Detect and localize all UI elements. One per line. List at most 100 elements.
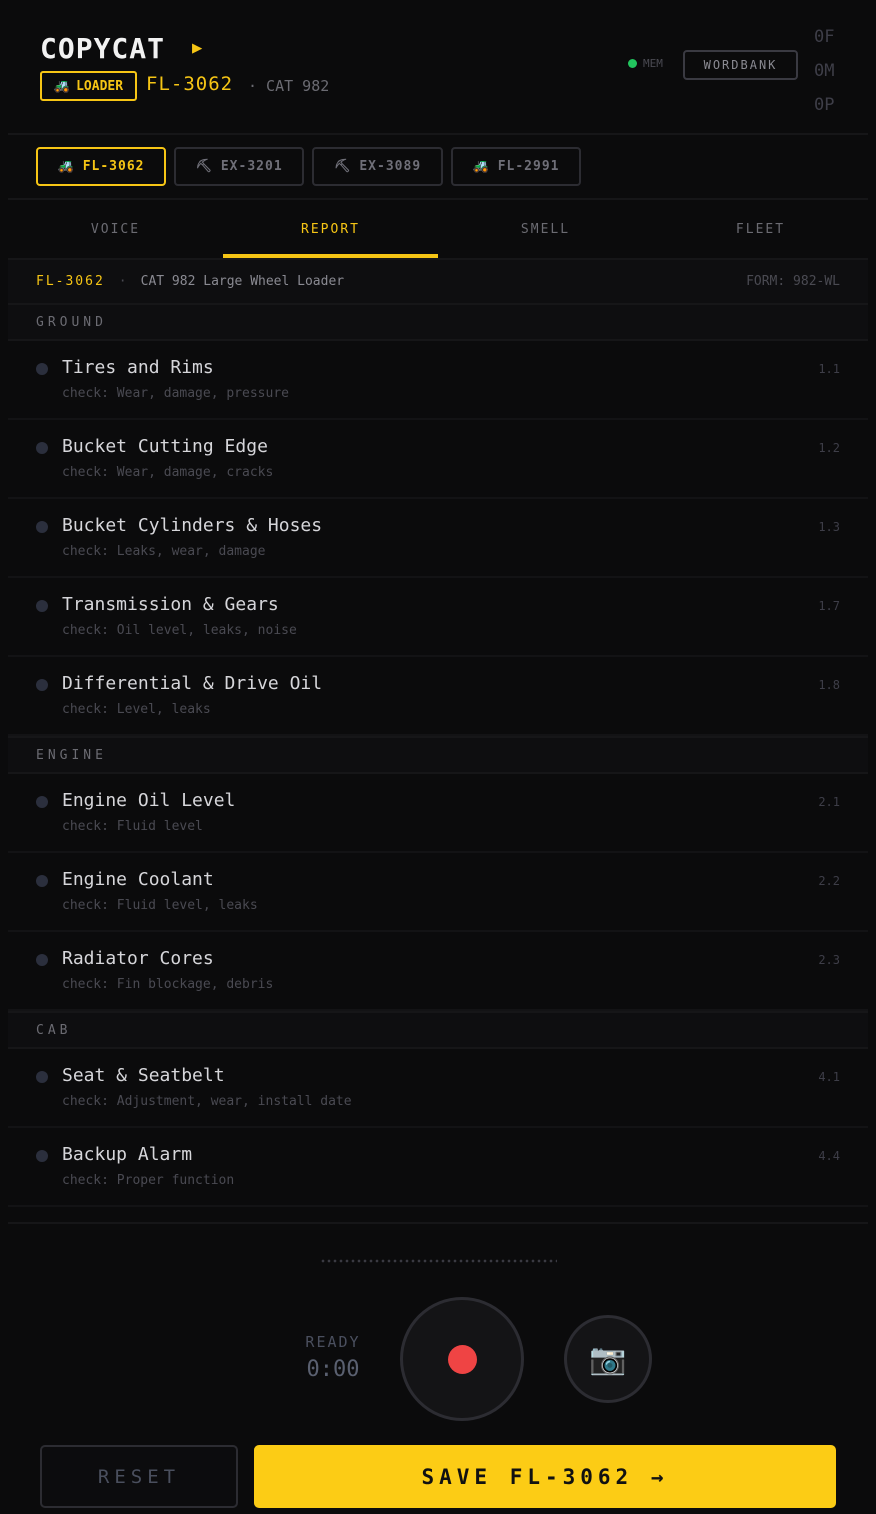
divider [8,1222,868,1224]
item-number: 1.8 [818,678,840,692]
item-title: Engine Oil Level [62,790,236,811]
form-unit-name: CAT 982 Large Wheel Loader [140,274,345,289]
counter-f: 0F [814,27,835,47]
memory-label: MEM [643,57,663,70]
item-number: 4.1 [818,1070,840,1084]
unit-tab-label: FL-3062 [82,159,145,174]
unit-tab-label: EX-3089 [359,159,422,174]
tab-fleet[interactable]: FLEET [653,200,868,258]
reset-button[interactable]: RESET [40,1445,238,1508]
tab-report[interactable]: REPORT [223,200,438,258]
item-check: check: Level, leaks [62,702,211,717]
recorder-timer: 0:00 [306,1357,360,1382]
status-dot-icon [36,1071,48,1083]
unit-tab-fl-2991[interactable]: 🚜 FL-2991 [451,147,581,186]
status-dot-icon [36,954,48,966]
app-header: COPYCAT ▶ 🚜 LOADER FL-3062 · CAT 982 MEM… [0,0,876,134]
counter-m: 0M [814,61,835,81]
item-title: Tires and Rims [62,357,214,378]
unit-model: · CAT 982 [248,77,330,95]
item-number: 2.3 [818,953,840,967]
loader-icon: 🚜 [472,159,490,174]
pickaxe-icon: ⛏ [195,159,213,174]
checklist-item[interactable]: Backup Alarm check: Proper function 4.4 [8,1128,868,1207]
item-title: Bucket Cylinders & Hoses [62,515,323,536]
item-check: check: Adjustment, wear, install date [62,1094,352,1109]
unit-tabs: 🚜 FL-3062 ⛏ EX-3201 ⛏ EX-3089 🚜 FL-2991 [36,147,581,186]
unit-tab-label: FL-2991 [497,159,560,174]
item-number: 4.4 [818,1149,840,1163]
unit-tab-fl-3062[interactable]: 🚜 FL-3062 [36,147,166,186]
unit-tab-ex-3089[interactable]: ⛏ EX-3089 [312,147,443,186]
section-header-engine: ENGINE [8,736,868,774]
section-header-ground: GROUND [8,303,868,341]
recorder-status: READY 0:00 [300,1333,366,1382]
item-check: check: Oil level, leaks, noise [62,623,297,638]
recorder-status-label: READY [305,1333,361,1351]
memory-indicator: MEM [628,57,663,70]
record-button[interactable] [400,1297,524,1421]
status-dot-icon [36,363,48,375]
item-title: Bucket Cutting Edge [62,436,268,457]
save-button[interactable]: SAVE FL-3062 → [254,1445,836,1508]
checklist-item[interactable]: Transmission & Gears check: Oil level, l… [8,578,868,657]
item-check: check: Wear, damage, pressure [62,386,289,401]
checklist-item[interactable]: Bucket Cylinders & Hoses check: Leaks, w… [8,499,868,578]
item-check: check: Fluid level, leaks [62,898,258,913]
item-check: check: Fin blockage, debris [62,977,274,992]
checklist-item[interactable]: Tires and Rims check: Wear, damage, pres… [8,341,868,420]
status-dot-icon [36,600,48,612]
form-unit-id: FL-3062 [36,274,105,289]
loader-icon: 🚜 [57,159,75,174]
wordbank-button[interactable]: WORDBANK [683,50,798,80]
item-number: 2.1 [818,795,840,809]
app-title: COPYCAT [40,32,166,65]
checklist-item[interactable]: Engine Coolant check: Fluid level, leaks… [8,853,868,932]
counters: 0F 0M 0P [814,20,834,122]
status-dot-icon [36,442,48,454]
item-check: check: Fluid level [62,819,203,834]
form-info-bar: FL-3062 · CAT 982 Large Wheel Loader FOR… [8,260,868,303]
checklist-item[interactable]: Engine Oil Level check: Fluid level 2.1 [8,774,868,853]
pickaxe-icon: ⛏ [333,159,352,174]
divider [8,133,868,135]
item-title: Transmission & Gears [62,594,279,615]
item-title: Differential & Drive Oil [62,673,323,694]
unit-id: FL-3062 [146,73,234,95]
item-number: 2.2 [818,874,840,888]
item-title: Radiator Cores [62,948,214,969]
form-code: FORM: 982-WL [746,274,840,289]
item-check: check: Leaks, wear, damage [62,544,266,559]
item-number: 1.2 [818,441,840,455]
camera-icon: 📷 [589,1341,627,1377]
tab-smell[interactable]: SMELL [438,200,653,258]
status-dot-icon [628,59,637,68]
checklist-item[interactable]: Differential & Drive Oil check: Level, l… [8,657,868,736]
status-dot-icon [36,521,48,533]
status-dot-icon [36,679,48,691]
checklist-item[interactable]: Seat & Seatbelt check: Adjustment, wear,… [8,1049,868,1128]
item-title: Backup Alarm [62,1144,193,1165]
item-title: Seat & Seatbelt [62,1065,225,1086]
item-check: check: Proper function [62,1173,235,1188]
form-separator: · [118,274,127,289]
status-dot-icon [36,1150,48,1162]
unit-tab-label: EX-3201 [220,159,283,174]
status-dot-icon [36,875,48,887]
counter-p: 0P [814,95,835,115]
checklist-item[interactable]: Radiator Cores check: Fin blockage, debr… [8,932,868,1011]
waveform-placeholder [320,1259,557,1263]
checklist-item[interactable]: Bucket Cutting Edge check: Wear, damage,… [8,420,868,499]
camera-button[interactable]: 📷 [564,1315,652,1403]
main-tabs: VOICE REPORT SMELL FLEET [8,200,868,258]
record-icon [447,1344,477,1374]
item-check: check: Wear, damage, cracks [62,465,274,480]
item-number: 1.1 [818,362,840,376]
status-dot-icon [36,796,48,808]
item-title: Engine Coolant [62,869,214,890]
loader-icon: 🚜 [53,78,71,94]
tab-voice[interactable]: VOICE [8,200,223,258]
unit-tab-ex-3201[interactable]: ⛏ EX-3201 [174,147,304,186]
play-icon[interactable]: ▶ [192,38,202,58]
equipment-type-badge: 🚜 LOADER [40,71,137,101]
